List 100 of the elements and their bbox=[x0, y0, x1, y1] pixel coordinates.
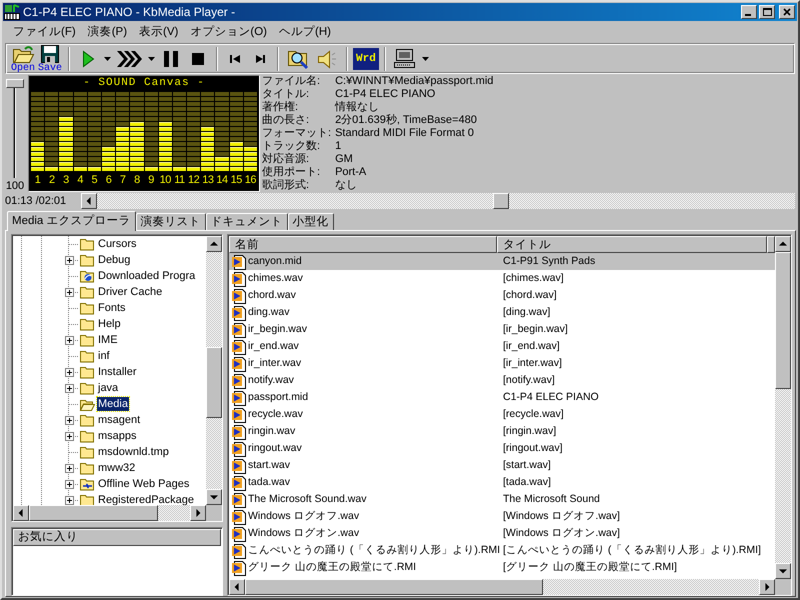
file-row[interactable]: chord.wav [chord.wav] bbox=[229, 287, 775, 304]
file-name: tada.wav bbox=[248, 475, 290, 490]
tree-item[interactable]: Help bbox=[97, 317, 122, 331]
column-header[interactable]: 名前 bbox=[229, 236, 497, 253]
file-row[interactable]: ding.wav [ding.wav] bbox=[229, 304, 775, 321]
menu-item[interactable]: 演奏(P) bbox=[82, 24, 134, 39]
tree-item[interactable]: mww32 bbox=[97, 461, 136, 475]
save-button[interactable]: Save bbox=[37, 44, 64, 72]
channel-number: 5 bbox=[90, 173, 98, 187]
file-name: chimes.wav bbox=[248, 271, 303, 286]
file-row[interactable]: canyon.mid C1-P91 Synth Pads bbox=[229, 253, 775, 270]
file-title: [ringin.wav] bbox=[503, 424, 556, 439]
tree-item[interactable]: Offline Web Pages bbox=[97, 477, 190, 491]
channel-number: 8 bbox=[133, 173, 141, 187]
channel-number: 13 bbox=[201, 173, 214, 187]
menu-item[interactable]: ヘルプ(H) bbox=[272, 24, 337, 39]
field-label: 曲の長さ: bbox=[262, 114, 310, 127]
file-title: C1-P4 ELEC PIANO bbox=[503, 390, 599, 405]
panel-header: お気に入り bbox=[13, 529, 221, 546]
channel-number: 14 bbox=[215, 173, 229, 187]
file-row[interactable]: ir_begin.wav [ir_begin.wav] bbox=[229, 321, 775, 338]
file-row[interactable]: The Microsoft Sound.wav The Microsoft Sound bbox=[229, 491, 775, 508]
field-label: 歌詞形式: bbox=[262, 179, 310, 192]
tree-item[interactable]: Installer bbox=[97, 365, 138, 379]
column-header[interactable]: タイトル bbox=[497, 236, 767, 253]
file-title: [ir_inter.wav] bbox=[503, 356, 562, 371]
file-name: chord.wav bbox=[248, 288, 296, 303]
file-title: [こんぺいとうの踊り (「くるみ割り人形」より).RMI] bbox=[503, 543, 761, 558]
tree-item[interactable]: Downloaded Progra bbox=[97, 269, 196, 283]
field-value: Standard MIDI File Format 0 bbox=[335, 127, 475, 140]
tree-item[interactable]: Media bbox=[97, 397, 129, 411]
field-value: Port-A bbox=[335, 166, 368, 179]
file-title: [notify.wav] bbox=[503, 373, 555, 388]
menu-item[interactable]: ファイル(F) bbox=[7, 24, 82, 39]
file-title: [ding.wav] bbox=[503, 305, 550, 320]
channel-number: 10 bbox=[158, 173, 172, 187]
field-label: 著作権: bbox=[262, 101, 300, 114]
file-name: ir_begin.wav bbox=[248, 322, 307, 337]
file-name: recycle.wav bbox=[248, 407, 303, 422]
channel-number: 2 bbox=[48, 173, 56, 187]
file-name: ding.wav bbox=[248, 305, 290, 320]
tree-item[interactable]: IME bbox=[97, 333, 119, 347]
tree-item[interactable]: Debug bbox=[97, 253, 132, 267]
tree-item[interactable]: RegisteredPackage bbox=[97, 493, 196, 505]
file-row[interactable]: ringout.wav [ringout.wav] bbox=[229, 440, 775, 457]
file-name: notify.wav bbox=[248, 373, 294, 388]
file-name: canyon.mid bbox=[248, 254, 302, 269]
menu-item[interactable]: オプション(O) bbox=[184, 24, 273, 39]
tab[interactable]: Media エクスプローラ bbox=[7, 211, 136, 231]
window-title: C1-P4 ELEC PIANO - KbMedia Player - bbox=[23, 5, 236, 19]
tree-item[interactable]: msapps bbox=[97, 429, 138, 443]
tree-item[interactable]: msagent bbox=[97, 413, 142, 427]
tab[interactable]: 小型化 bbox=[288, 213, 334, 230]
file-row[interactable]: こんぺいとうの踊り (「くるみ割り人形」より).RMI [こんぺいとうの踊り (「くるみ割り人形」より).RMI] bbox=[229, 542, 775, 559]
file-row[interactable]: tada.wav [tada.wav] bbox=[229, 474, 775, 491]
file-title: [tada.wav] bbox=[503, 475, 551, 490]
file-row[interactable]: Windows ログオン.wav [Windows ログオン.wav] bbox=[229, 525, 775, 542]
field-value: 1 bbox=[335, 140, 342, 153]
tab[interactable]: 演奏リスト bbox=[136, 213, 206, 230]
tree-item[interactable]: Fonts bbox=[97, 301, 127, 315]
tree-item[interactable]: Driver Cache bbox=[97, 285, 164, 299]
file-row[interactable]: グリーク 山の魔王の殿堂にて.RMI [グリーク 山の魔王の殿堂にて.RMI] bbox=[229, 559, 775, 576]
open-button[interactable]: Open bbox=[10, 44, 36, 72]
file-row[interactable]: start.wav [start.wav] bbox=[229, 457, 775, 474]
tree-item[interactable]: Cursors bbox=[97, 237, 138, 251]
file-name: Windows ログオン.wav bbox=[248, 526, 360, 541]
file-name: passport.mid bbox=[248, 390, 308, 405]
tree-item[interactable]: msdownld.tmp bbox=[97, 445, 170, 459]
file-row[interactable]: notify.wav [notify.wav] bbox=[229, 372, 775, 389]
file-name: グリーク 山の魔王の殿堂にて.RMI bbox=[248, 560, 416, 575]
tree-item[interactable]: inf bbox=[97, 349, 111, 363]
file-name: ringin.wav bbox=[248, 424, 296, 439]
field-label: フォーマット: bbox=[262, 127, 332, 140]
file-row[interactable]: ringin.wav [ringin.wav] bbox=[229, 423, 775, 440]
field-label: トラック数: bbox=[262, 140, 322, 152]
field-value: 2分01.639秒, TimeBase=480 bbox=[335, 114, 478, 127]
file-title: [ir_begin.wav] bbox=[503, 322, 568, 337]
file-title: [recycle.wav] bbox=[503, 407, 564, 422]
field-label: ファイル名: bbox=[262, 75, 322, 88]
tab[interactable]: ドキュメント bbox=[206, 213, 288, 230]
file-row[interactable]: recycle.wav [recycle.wav] bbox=[229, 406, 775, 423]
channel-number: 15 bbox=[230, 173, 243, 187]
channel-number: 6 bbox=[104, 173, 112, 187]
text-button[interactable]: Wrd bbox=[353, 48, 379, 70]
file-row[interactable]: passport.mid C1-P4 ELEC PIANO bbox=[229, 389, 775, 406]
tree-item[interactable]: java bbox=[97, 381, 120, 395]
channel-number: 3 bbox=[62, 173, 70, 187]
file-name: start.wav bbox=[248, 458, 290, 473]
file-title: [ringout.wav] bbox=[503, 441, 563, 456]
channel-number: 4 bbox=[76, 173, 84, 187]
field-value: なし bbox=[335, 179, 358, 192]
file-row[interactable]: chimes.wav [chimes.wav] bbox=[229, 270, 775, 287]
file-title: [chord.wav] bbox=[503, 288, 557, 303]
file-row[interactable]: Windows ログオフ.wav [Windows ログオフ.wav] bbox=[229, 508, 775, 525]
file-title: C1-P91 Synth Pads bbox=[503, 254, 596, 269]
file-row[interactable]: ir_inter.wav [ir_inter.wav] bbox=[229, 355, 775, 372]
display-title: - SOUND Canvas - bbox=[82, 77, 206, 90]
menu-item[interactable]: 表示(V) bbox=[133, 24, 184, 39]
file-row[interactable]: ir_end.wav [ir_end.wav] bbox=[229, 338, 775, 355]
channel-number: 11 bbox=[173, 173, 186, 187]
